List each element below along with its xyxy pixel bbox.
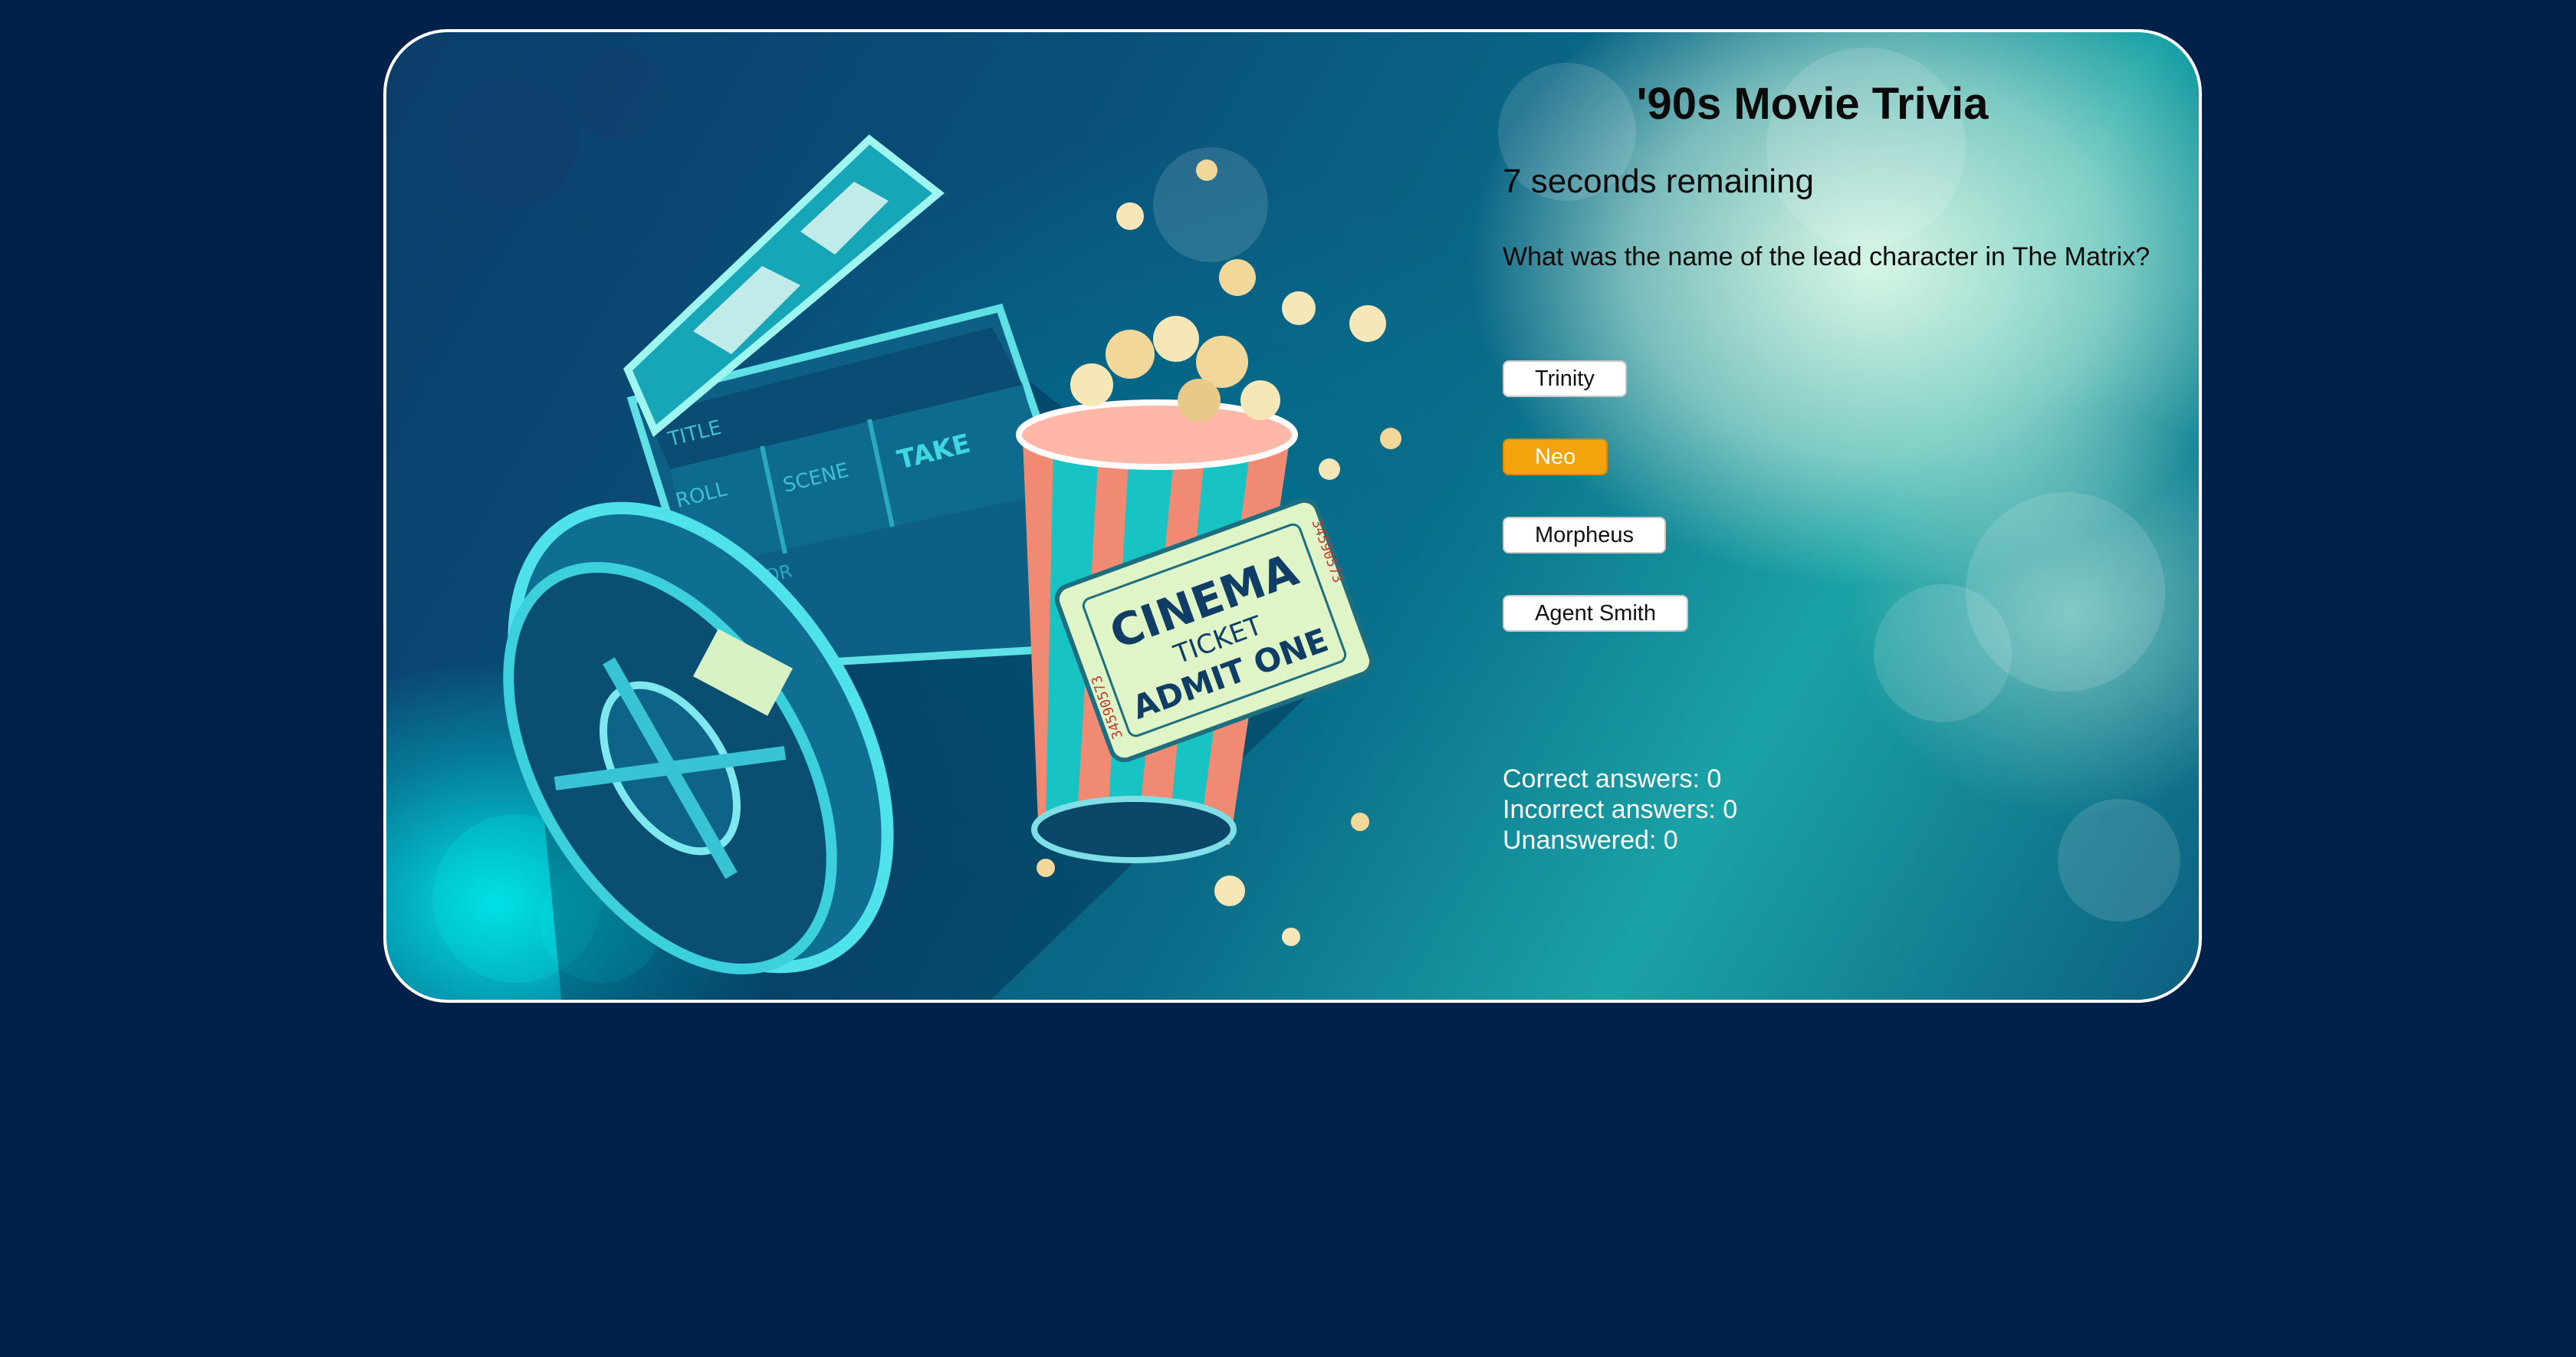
unanswered-count: Unanswered: 0 <box>1503 826 1678 855</box>
page-title: '90s Movie Trivia <box>1636 79 1989 129</box>
correct-answers-count: Correct answers: 0 <box>1503 764 1722 794</box>
bokeh-light <box>1766 48 1966 247</box>
answer-options: Trinity Neo Morpheus Agent Smith <box>1503 360 1688 673</box>
answer-option-agent-smith[interactable]: Agent Smith <box>1503 595 1688 632</box>
trivia-card: TITLE ROLL SCENE TAKE DIRECTOR <box>383 29 2202 1003</box>
answer-option-neo[interactable]: Neo <box>1503 439 1608 475</box>
question-text: What was the name of the lead character … <box>1503 242 2150 271</box>
score-summary: Correct answers: 0 Incorrect answers: 0 … <box>1503 764 1737 856</box>
bokeh-light <box>2058 799 2180 922</box>
bokeh-light <box>1874 584 2012 722</box>
countdown-timer: 7 seconds remaining <box>1503 163 1815 200</box>
answer-option-morpheus[interactable]: Morpheus <box>1503 517 1666 554</box>
incorrect-answers-count: Incorrect answers: 0 <box>1503 795 1738 824</box>
answer-option-trinity[interactable]: Trinity <box>1503 360 1627 397</box>
